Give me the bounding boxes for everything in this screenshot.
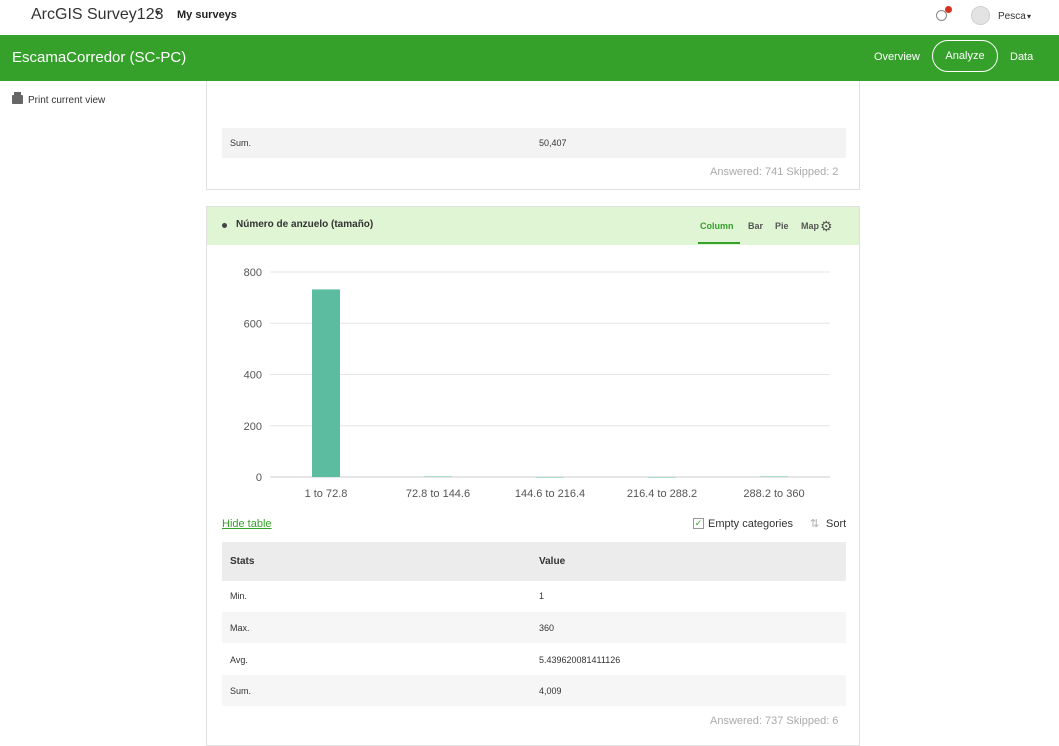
sort-button[interactable]: Sort (826, 518, 846, 530)
stat-value: 5.439620081411126 (539, 655, 621, 665)
stat-label: Sum. (230, 686, 252, 696)
chart-type-bar[interactable]: Bar (748, 221, 763, 231)
print-label: Print current view (28, 95, 106, 106)
y-tick-label: 200 (244, 421, 262, 433)
my-surveys-link[interactable]: My surveys (177, 9, 237, 21)
gear-icon[interactable]: ⚙ (820, 218, 833, 235)
stat-label: Avg. (230, 655, 248, 665)
empty-categories-checkbox[interactable]: ✓ (693, 518, 704, 529)
tab-overview[interactable]: Overview (874, 51, 920, 63)
bar (648, 477, 676, 478)
bar (536, 477, 564, 478)
stat-label: Min. (230, 591, 248, 601)
top-bar: ArcGIS Survey123 ▾ My surveys Pesca ▾ (0, 0, 1059, 35)
notification-badge (945, 6, 952, 13)
chart-type-pie[interactable]: Pie (775, 221, 789, 231)
column-header-value: Value (539, 556, 566, 567)
column-header-stats: Stats (230, 556, 255, 567)
bar (312, 289, 340, 477)
bar (424, 476, 452, 477)
y-tick-label: 400 (244, 370, 262, 382)
y-tick-label: 0 (256, 472, 262, 484)
app-title[interactable]: ArcGIS Survey123 (31, 6, 164, 24)
table-header (222, 542, 846, 581)
app-menu-caret-icon[interactable]: ▾ (155, 8, 160, 19)
y-tick-label: 600 (244, 318, 262, 330)
chart-type-map[interactable]: Map (801, 221, 819, 231)
table-row (222, 128, 846, 158)
x-tick-label: 72.8 to 144.6 (406, 488, 470, 500)
stat-value: 50,407 (539, 138, 567, 148)
bullet-icon (222, 223, 227, 228)
stat-value: 1 (539, 591, 545, 601)
bar (760, 476, 788, 477)
stat-value: 4,009 (539, 686, 562, 696)
y-tick-label: 800 (244, 267, 262, 279)
question-title: Número de anzuelo (tamaño) (236, 219, 374, 230)
answered-skipped-count: Answered: 737 Skipped: 6 (710, 715, 839, 727)
stat-value: 360 (539, 623, 555, 633)
answered-skipped-count: Answered: 741 Skipped: 2 (710, 166, 839, 178)
stat-label: Sum. (230, 138, 252, 148)
x-tick-label: 288.2 to 360 (743, 488, 804, 500)
user-name[interactable]: Pesca (998, 11, 1026, 22)
tab-analyze[interactable]: Analyze (932, 40, 998, 72)
x-tick-label: 216.4 to 288.2 (627, 488, 697, 500)
table-row (222, 675, 846, 706)
user-menu-caret-icon[interactable]: ▾ (1027, 12, 1031, 21)
survey-header: EscamaCorredor (SC-PC) Overview Analyze … (0, 35, 1059, 81)
stat-label: Max. (230, 623, 250, 633)
print-current-view-button[interactable]: Print current view (12, 92, 106, 106)
empty-categories-label[interactable]: Empty categories (708, 518, 793, 530)
x-tick-label: 144.6 to 216.4 (515, 488, 585, 500)
user-avatar[interactable] (971, 6, 990, 25)
sort-icon[interactable]: ⇅ (810, 517, 819, 530)
tab-data[interactable]: Data (1010, 51, 1033, 63)
survey-title: EscamaCorredor (SC-PC) (12, 49, 187, 66)
hide-table-link[interactable]: Hide table (222, 518, 272, 530)
chart-svg: 0 200 400 600 800 1 to 72.8 72.8 to 144.6 144.6… (244, 267, 830, 500)
printer-icon (12, 92, 23, 104)
active-tab-indicator (698, 242, 740, 244)
table-row (222, 612, 846, 643)
chart-type-column[interactable]: Column (700, 221, 734, 231)
x-tick-label: 1 to 72.8 (305, 488, 348, 500)
column-chart: 0 200 400 600 800 1 to 72.8 72.8 to 144.6 144.6… (207, 258, 847, 513)
